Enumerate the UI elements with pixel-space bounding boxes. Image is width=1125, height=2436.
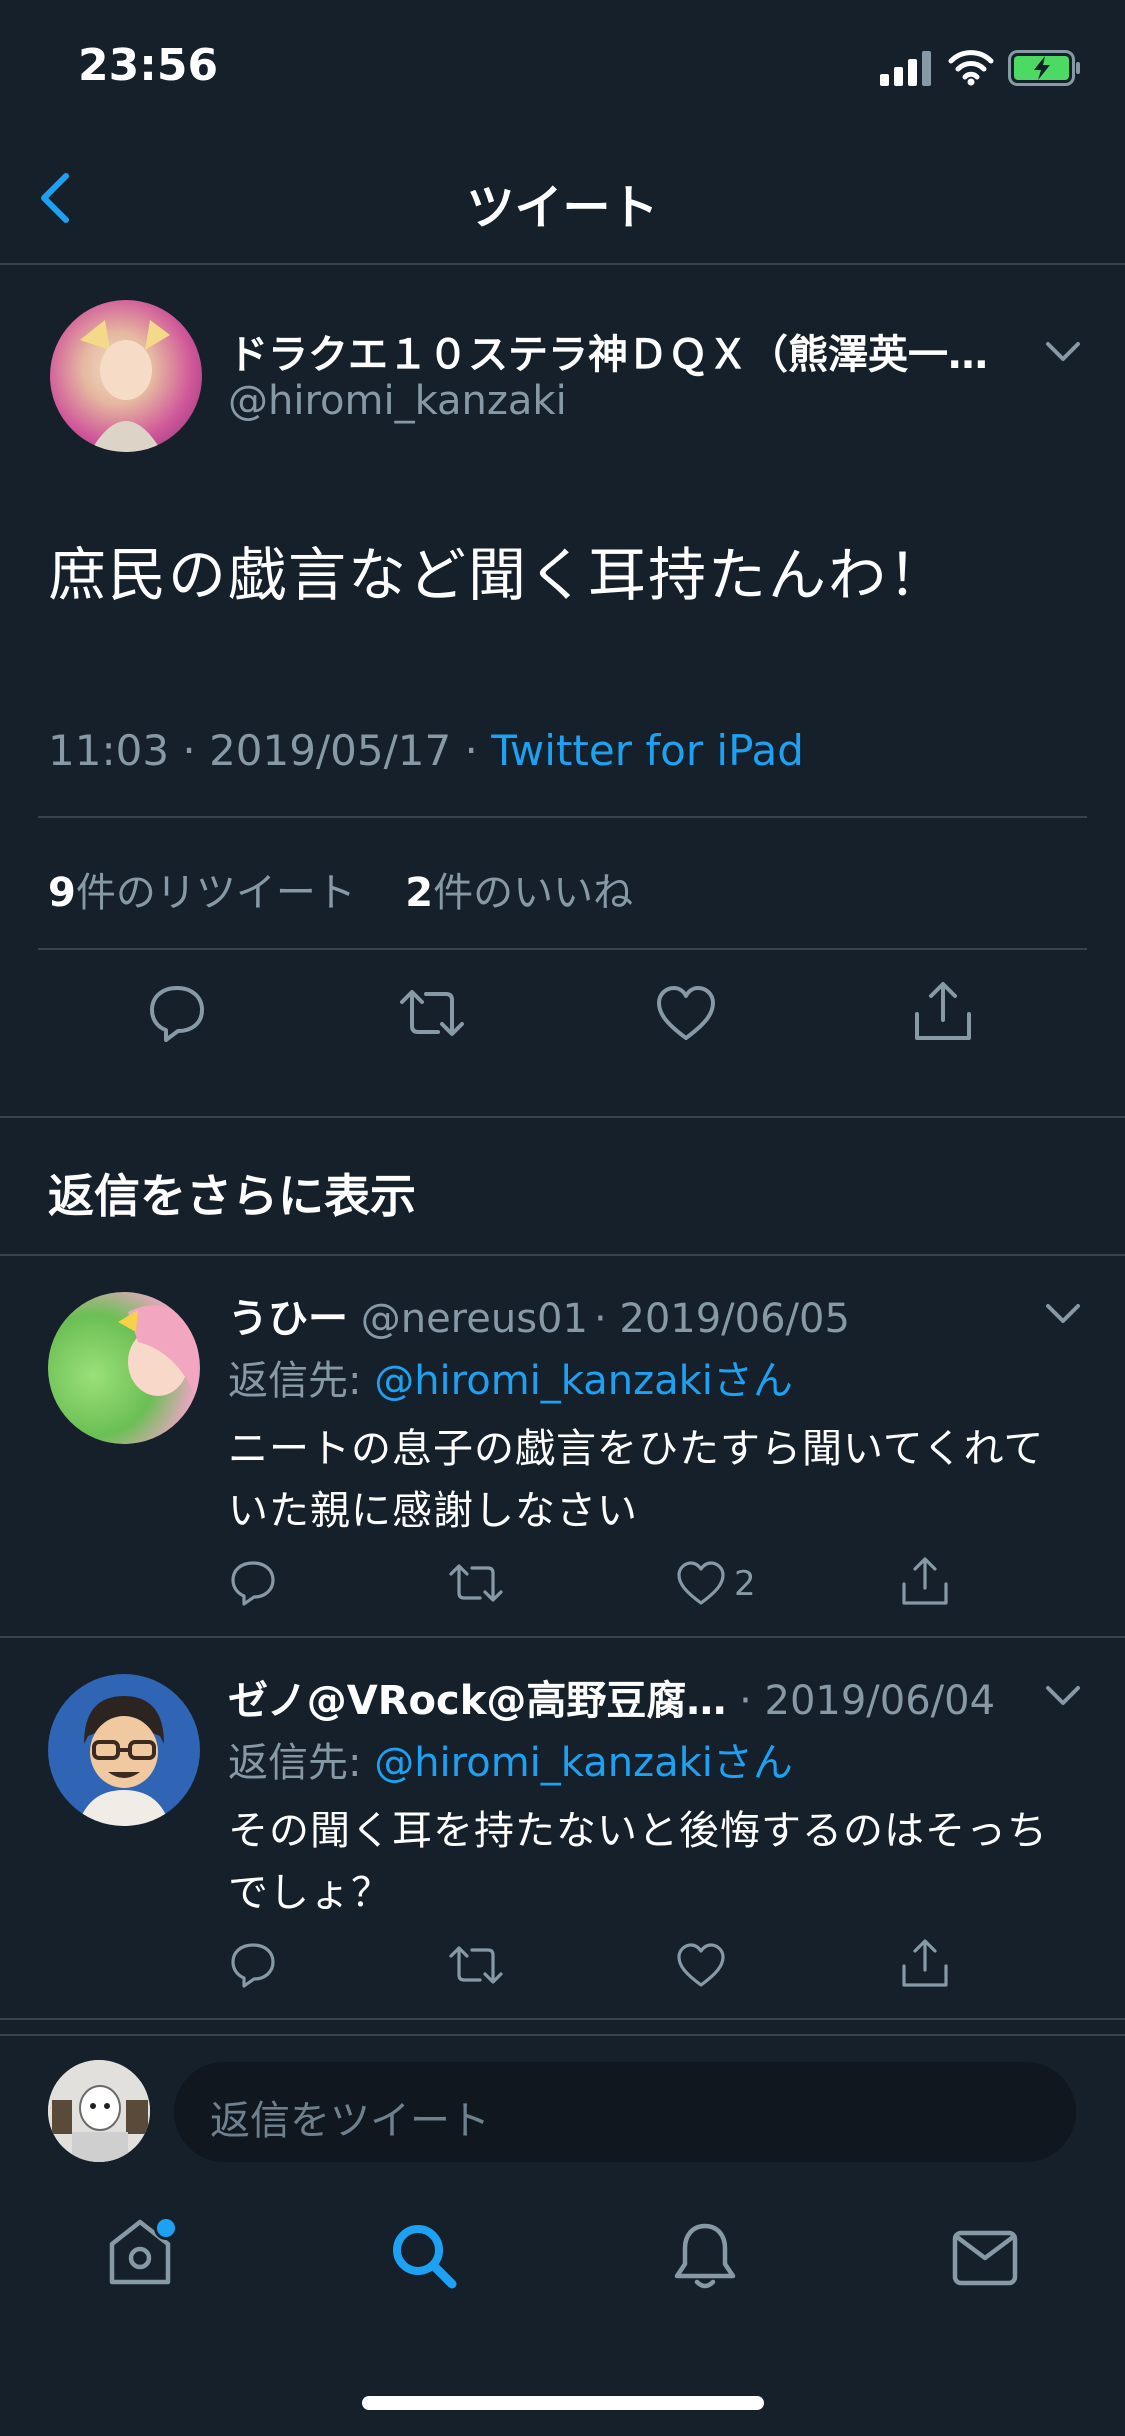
- reply-compose-field[interactable]: 返信をツイート: [174, 2062, 1076, 2162]
- reply-like-count: 2: [734, 1564, 756, 1604]
- tweet-source-link[interactable]: Twitter for iPad: [491, 726, 804, 775]
- wifi-icon: [948, 48, 994, 86]
- like-button[interactable]: [655, 982, 717, 1044]
- chevron-down-icon[interactable]: [1044, 340, 1082, 364]
- compose-placeholder: 返信をツイート: [210, 2098, 490, 2144]
- like-label: 件のいいね: [433, 870, 634, 916]
- reply-to-link[interactable]: @hiromi_kanzakiさん: [374, 1358, 793, 1404]
- reply-date: · 2019/06/04: [739, 1678, 996, 1724]
- reply-avatar[interactable]: [48, 1674, 200, 1826]
- share-icon: [902, 1939, 948, 1987]
- bell-icon: [674, 2223, 736, 2289]
- tab-messages[interactable]: [950, 2228, 1020, 2288]
- reply-header: ゼノ@VRock@高野豆腐… · 2019/06/04: [228, 1668, 995, 1726]
- reply-reply-button[interactable]: [228, 1558, 278, 1608]
- tweet-text: 庶民の戯言など聞く耳持たんわ！: [48, 541, 949, 609]
- chevron-down-icon[interactable]: [1044, 1684, 1082, 1708]
- reply-retweet-button[interactable]: [448, 1558, 504, 1608]
- heart-icon: [677, 1943, 725, 1987]
- compose-divider: [0, 2034, 1125, 2036]
- reply-to-link[interactable]: @hiromi_kanzakiさん: [374, 1740, 793, 1786]
- reply-like-button[interactable]: [676, 1940, 726, 1990]
- home-notification-dot: [154, 2216, 178, 2240]
- retweet-button[interactable]: [398, 982, 466, 1044]
- header-divider: [0, 263, 1125, 265]
- retweet-stat[interactable]: 9件のリツイート: [48, 870, 369, 916]
- reply-header: うひー @nereus01 · 2019/06/05: [228, 1286, 850, 1344]
- retweet-label: 件のリツイート: [75, 870, 356, 916]
- chevron-down-icon[interactable]: [1044, 1302, 1082, 1326]
- status-time: 23:56: [78, 40, 219, 91]
- status-bar: 23:56: [0, 0, 1125, 130]
- author-handle[interactable]: @hiromi_kanzaki: [228, 378, 567, 424]
- like-stat[interactable]: 2件のいいね: [405, 870, 633, 916]
- search-icon: [393, 2225, 457, 2289]
- retweet-icon: [449, 1946, 503, 1984]
- mail-icon: [952, 2230, 1018, 2286]
- reply-date: · 2019/06/05: [593, 1296, 850, 1342]
- heart-icon: [657, 986, 715, 1040]
- reply-author-name[interactable]: うひー: [228, 1296, 348, 1342]
- home-indicator[interactable]: [362, 2396, 764, 2410]
- reply-button[interactable]: [146, 982, 208, 1044]
- retweet-icon: [449, 1564, 503, 1602]
- tab-home[interactable]: [104, 2214, 178, 2290]
- tweet-timestamp: 11:03 · 2019/05/17 ·: [48, 726, 492, 775]
- reply-icon: [150, 986, 204, 1042]
- tab-notifications[interactable]: [670, 2218, 740, 2294]
- like-count: 2: [405, 870, 434, 916]
- heart-icon: [677, 1561, 725, 1605]
- battery-charging-icon: [1008, 50, 1082, 86]
- reply-avatar[interactable]: [48, 1292, 200, 1444]
- share-icon: [915, 982, 971, 1040]
- retweet-count: 9: [48, 870, 76, 916]
- reply-to-prefix: 返信先:: [228, 1358, 375, 1404]
- tweet-stats: 9件のリツイート 2件のいいね: [48, 860, 633, 918]
- reply-author-name[interactable]: ゼノ@VRock@高野豆腐…: [228, 1678, 726, 1724]
- reply-share-button[interactable]: [900, 1938, 950, 1990]
- reply-reply-button[interactable]: [228, 1940, 278, 1990]
- current-user-avatar[interactable]: [48, 2060, 150, 2162]
- reply-author-handle[interactable]: @nereus01: [361, 1296, 588, 1342]
- share-icon: [902, 1557, 948, 1605]
- tab-search[interactable]: [388, 2220, 460, 2292]
- reply-divider: [0, 1636, 1125, 1638]
- more-replies-divider: [0, 1254, 1125, 1256]
- cellular-signal-icon: [880, 50, 934, 86]
- reply-to-line: 返信先: @hiromi_kanzakiさん: [228, 1348, 793, 1406]
- reply-icon: [231, 1561, 275, 1606]
- reply-divider: [0, 2018, 1125, 2020]
- author-avatar[interactable]: [50, 300, 202, 452]
- reply-like-button[interactable]: 2: [676, 1558, 756, 1608]
- retweet-icon: [400, 990, 464, 1036]
- reply-to-prefix: 返信先:: [228, 1740, 375, 1786]
- reply-text: その聞く耳を持たないと後悔するのはそっちでしょ？: [228, 1808, 1048, 1916]
- tweet-meta: 11:03 · 2019/05/17 · Twitter for iPad: [48, 726, 804, 775]
- reply-icon: [231, 1943, 275, 1988]
- reply-text: ニートの息子の戯言をひたすら聞いてくれていた親に感謝しなさい: [228, 1426, 1045, 1534]
- share-button[interactable]: [912, 980, 974, 1044]
- reply-retweet-button[interactable]: [448, 1940, 504, 1990]
- reply-share-button[interactable]: [900, 1556, 950, 1608]
- actions-divider: [0, 1116, 1125, 1118]
- page-title: ツイート: [466, 180, 659, 236]
- stats-divider: [38, 948, 1087, 950]
- show-more-replies[interactable]: 返信をさらに表示: [48, 1160, 416, 1226]
- reply-to-line: 返信先: @hiromi_kanzakiさん: [228, 1730, 793, 1788]
- author-display-name[interactable]: ドラクエ１０ステラ神ＤＱＸ（熊澤英一…: [228, 322, 1028, 380]
- meta-divider: [38, 816, 1087, 818]
